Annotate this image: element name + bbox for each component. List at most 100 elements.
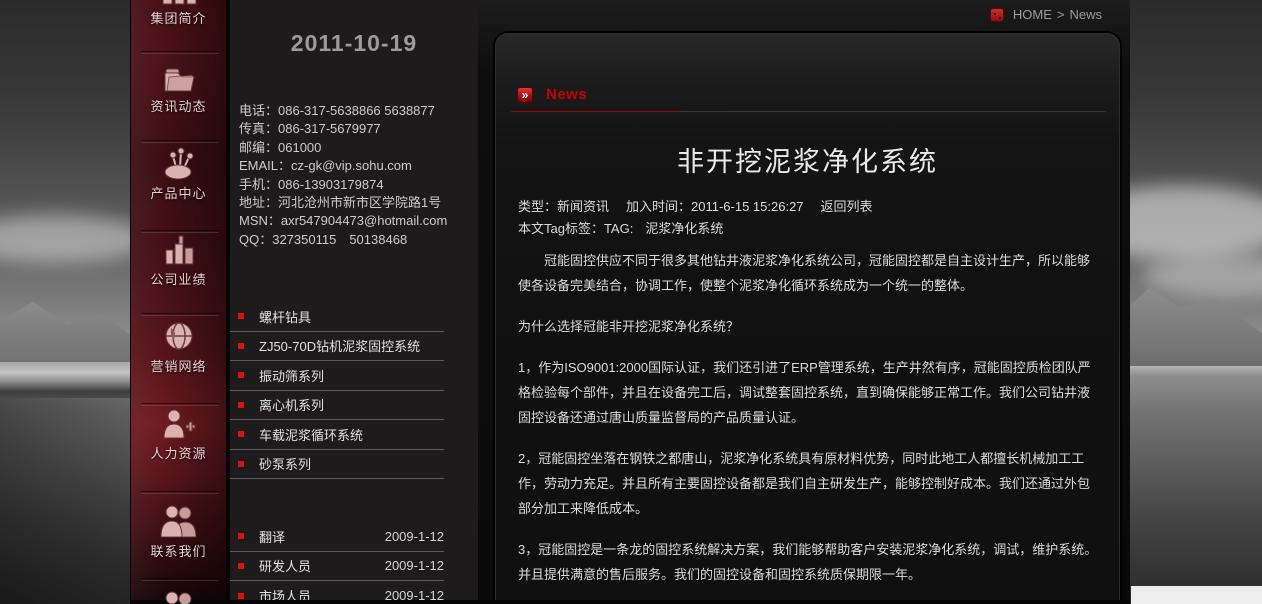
news-link[interactable]: 市场人员 2009-1-12 [230,581,444,604]
product-link-label: 车载泥浆循环系统 [259,425,363,444]
news-link-title: 翻译 [259,527,285,546]
factory-icon [157,232,201,266]
person-plus-icon [157,406,201,440]
contact-fax: 传真：086-317-5679977 [239,120,474,138]
org-chart-icon [157,0,201,5]
sidebar-divider [141,51,219,53]
breadcrumb-dice-icon [990,8,1004,22]
people-icon [157,588,201,604]
contact-info: 电话：086-317-5638866 5638877 传真：086-317-56… [239,102,474,249]
sidebar-divider [141,403,219,405]
breadcrumb-current[interactable]: News [1069,7,1102,22]
product-link[interactable]: 离心机系列 [230,391,444,421]
news-link-list: 翻译 2009-1-12 研发人员 2009-1-12 市场人员 2009-1-… [230,522,444,604]
folder-icon [157,59,201,93]
contact-qq: QQ：327350115 50138468 [239,231,474,249]
sidebar-item-marketing-network[interactable]: 营销网络 [131,319,226,375]
site-frame: 集团简介 资讯动态 [130,0,1130,604]
sidebar-item-partial [131,588,226,604]
news-link[interactable]: 研发人员 2009-1-12 [230,552,444,582]
product-link-list: 螺杆钻具 ZJ50-70D钻机泥浆固控系统 振动筛系列 离心机系列 车载泥浆循环… [230,302,444,479]
product-link[interactable]: ZJ50-70D钻机泥浆固控系统 [230,332,444,362]
tag-prefix: 本文Tag标签：TAG: [518,218,633,237]
section-header: News [517,86,587,103]
product-link[interactable]: 砂泵系列 [230,450,444,480]
article-paragraph: 冠能固控供应不同于很多其他钻井液泥浆净化系统公司，冠能固控都是自主设计生产，所以… [518,248,1100,298]
news-link-title: 市场人员 [259,586,311,604]
news-panel: News 非开挖泥浆净化系统 类型：新闻资讯 加入时间：2011-6-15 15… [495,33,1120,604]
bullet-icon [238,313,244,319]
article-body: 冠能固控供应不同于很多其他钻井液泥浆净化系统公司，冠能固控都是自主设计生产，所以… [518,248,1100,603]
sidebar-divider [141,140,219,142]
sidebar-divider [141,491,219,493]
news-link-title: 研发人员 [259,556,311,575]
product-link-label: 砂泵系列 [259,454,311,473]
article-paragraph: 1，作为ISO9001:2000国际认证，我们还引进了ERP管理系统，生产井然有… [518,355,1100,430]
tag-link[interactable]: 泥浆净化系统 [645,218,723,237]
article-time: 加入时间：2011-6-15 15:26:27 [626,196,804,215]
news-link-date: 2009-1-12 [385,588,444,603]
sidebar-item-products[interactable]: 产品中心 [131,146,226,202]
sidebar-item-label: 营销网络 [150,356,206,375]
photo-shoreline [0,362,150,398]
bullet-icon [238,563,244,569]
product-link-label: 离心机系列 [259,395,324,414]
contact-msn: MSN：axr547904473@hotmail.com [239,212,474,230]
people-icon [157,504,201,538]
sidebar-item-group-profile[interactable]: 集团简介 [131,0,226,27]
double-arrow-icon [517,87,533,103]
page: 集团简介 资讯动态 [0,0,1262,604]
article-meta: 类型：新闻资讯 加入时间：2011-6-15 15:26:27 返回列表 [518,196,1101,215]
bullet-icon [238,343,244,349]
sidebar-item-news[interactable]: 资讯动态 [131,59,226,115]
article-paragraph: 2，冠能固控坐落在钢铁之都唐山，泥浆净化系统具有原材料优势，同时此地工人都擅长机… [518,446,1100,521]
pin-tray-icon [157,146,201,180]
news-link-date: 2009-1-12 [385,558,444,573]
contact-email: EMAIL：cz-gk@vip.sohu.com [239,157,474,175]
sidebar-item-hr[interactable]: 人力资源 [131,406,226,462]
bullet-icon [238,533,244,539]
sidebar-divider [141,578,219,580]
sidebar: 集团简介 资讯动态 [130,0,228,604]
contact-zip: 邮编：061000 [239,139,474,157]
article-paragraph: 3，冠能固控是一条龙的固控系统解决方案，我们能够帮助客户安装泥浆净化系统，调试，… [518,537,1100,587]
product-link[interactable]: 车载泥浆循环系统 [230,420,444,450]
bullet-icon [238,431,244,437]
page-date: 2011-10-19 [230,30,478,57]
bottom-right-white-box [1131,586,1262,604]
product-link-label: 螺杆钻具 [259,307,311,326]
product-link[interactable]: 螺杆钻具 [230,302,444,332]
bullet-icon [238,461,244,467]
sidebar-item-label: 产品中心 [150,183,206,202]
content-area: HOME > News News 非开挖泥浆净化系统 类型：新闻资讯 加入时间：… [478,0,1130,604]
contact-address: 地址：河北沧州市新市区学院路1号 [239,194,474,212]
sidebar-item-label: 资讯动态 [150,96,206,115]
article-tags: 本文Tag标签：TAG: 泥浆净化系统 [518,218,1101,237]
news-link[interactable]: 翻译 2009-1-12 [230,522,444,552]
globe-icon [157,319,201,353]
contact-mobile: 手机：086-13903179874 [239,176,474,194]
sidebar-item-performance[interactable]: 公司业绩 [131,232,226,288]
sidebar-item-label: 公司业绩 [150,269,206,288]
product-link-label: 振动筛系列 [259,366,324,385]
bullet-icon [238,372,244,378]
sidebar-item-label: 人力资源 [150,443,206,462]
contact-phone: 电话：086-317-5638866 5638877 [239,102,474,120]
section-title: News [546,86,587,103]
article-title: 非开挖泥浆净化系统 [496,140,1119,179]
article-paragraph: 为什么选择冠能非开挖泥浆净化系统？ [518,314,1100,339]
sidebar-item-label: 集团简介 [150,8,206,27]
article-category: 类型：新闻资讯 [518,196,609,215]
breadcrumb: HOME > News [990,7,1102,22]
info-column: 2011-10-19 电话：086-317-5638866 5638877 传真… [228,0,478,604]
sidebar-item-label: 联系我们 [150,541,206,560]
sidebar-item-contact[interactable]: 联系我们 [131,504,226,560]
product-link[interactable]: 振动筛系列 [230,361,444,391]
bullet-icon [238,402,244,408]
product-link-label: ZJ50-70D钻机泥浆固控系统 [259,336,420,355]
breadcrumb-home-link[interactable]: HOME [1013,7,1052,22]
back-to-list-link[interactable]: 返回列表 [821,196,873,215]
section-divider [511,111,1106,112]
news-link-date: 2009-1-12 [385,529,444,544]
sidebar-divider [141,313,219,315]
